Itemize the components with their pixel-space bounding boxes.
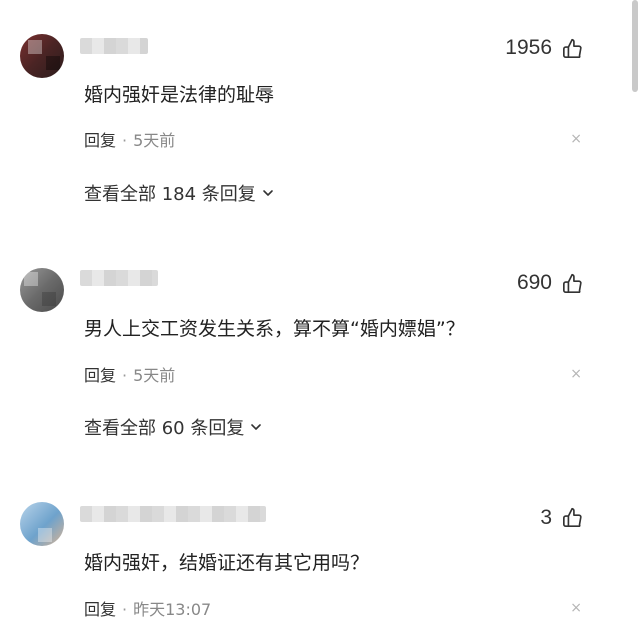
reply-button[interactable]: 回复 xyxy=(84,366,116,385)
close-icon[interactable]: × xyxy=(570,366,582,382)
username-blurred[interactable] xyxy=(80,38,148,54)
username-blurred[interactable] xyxy=(80,506,266,522)
separator-dot: · xyxy=(122,600,128,619)
chevron-down-icon xyxy=(251,424,262,430)
separator-dot: · xyxy=(122,131,128,150)
chevron-down-icon xyxy=(263,190,273,196)
view-all-replies-button[interactable]: 查看全部 60 条回复 xyxy=(84,414,262,440)
comment-meta: 回复 · 昨天13:07 xyxy=(84,596,211,620)
comment-meta: 回复 · 5天前 xyxy=(84,362,175,386)
comment-text: 婚内强奸是法律的耻辱 xyxy=(84,84,275,106)
thumbs-up-icon[interactable] xyxy=(562,272,584,294)
reply-button[interactable]: 回复 xyxy=(84,131,116,150)
close-icon[interactable]: × xyxy=(570,131,582,147)
reply-button[interactable]: 回复 xyxy=(84,600,116,619)
scrollbar[interactable] xyxy=(632,0,638,92)
separator-dot: · xyxy=(122,366,128,385)
comment-text: 男人上交工资发生关系，算不算“婚内嫖娼”？ xyxy=(84,318,465,340)
like-count: 690 xyxy=(516,271,552,294)
comment-text: 婚内强奸，结婚证还有其它用吗？ xyxy=(84,552,370,574)
avatar[interactable] xyxy=(20,502,64,546)
avatar[interactable] xyxy=(20,268,64,312)
view-all-replies-label: 查看全部 184 条回复 xyxy=(84,184,256,205)
like-count: 3 xyxy=(540,506,552,529)
close-icon[interactable]: × xyxy=(570,600,582,616)
thumbs-up-icon[interactable] xyxy=(562,37,584,59)
view-all-replies-label: 查看全部 60 条回复 xyxy=(84,418,245,439)
like-count: 1956 xyxy=(505,36,552,59)
timestamp: 5天前 xyxy=(133,131,176,150)
timestamp: 昨天13:07 xyxy=(133,600,212,619)
view-all-replies-button[interactable]: 查看全部 184 条回复 xyxy=(84,180,274,206)
comment-meta: 回复 · 5天前 xyxy=(84,127,175,151)
thumbs-up-icon[interactable] xyxy=(562,506,584,528)
timestamp: 5天前 xyxy=(133,366,176,385)
avatar[interactable] xyxy=(20,34,64,78)
username-blurred[interactable] xyxy=(80,270,158,286)
